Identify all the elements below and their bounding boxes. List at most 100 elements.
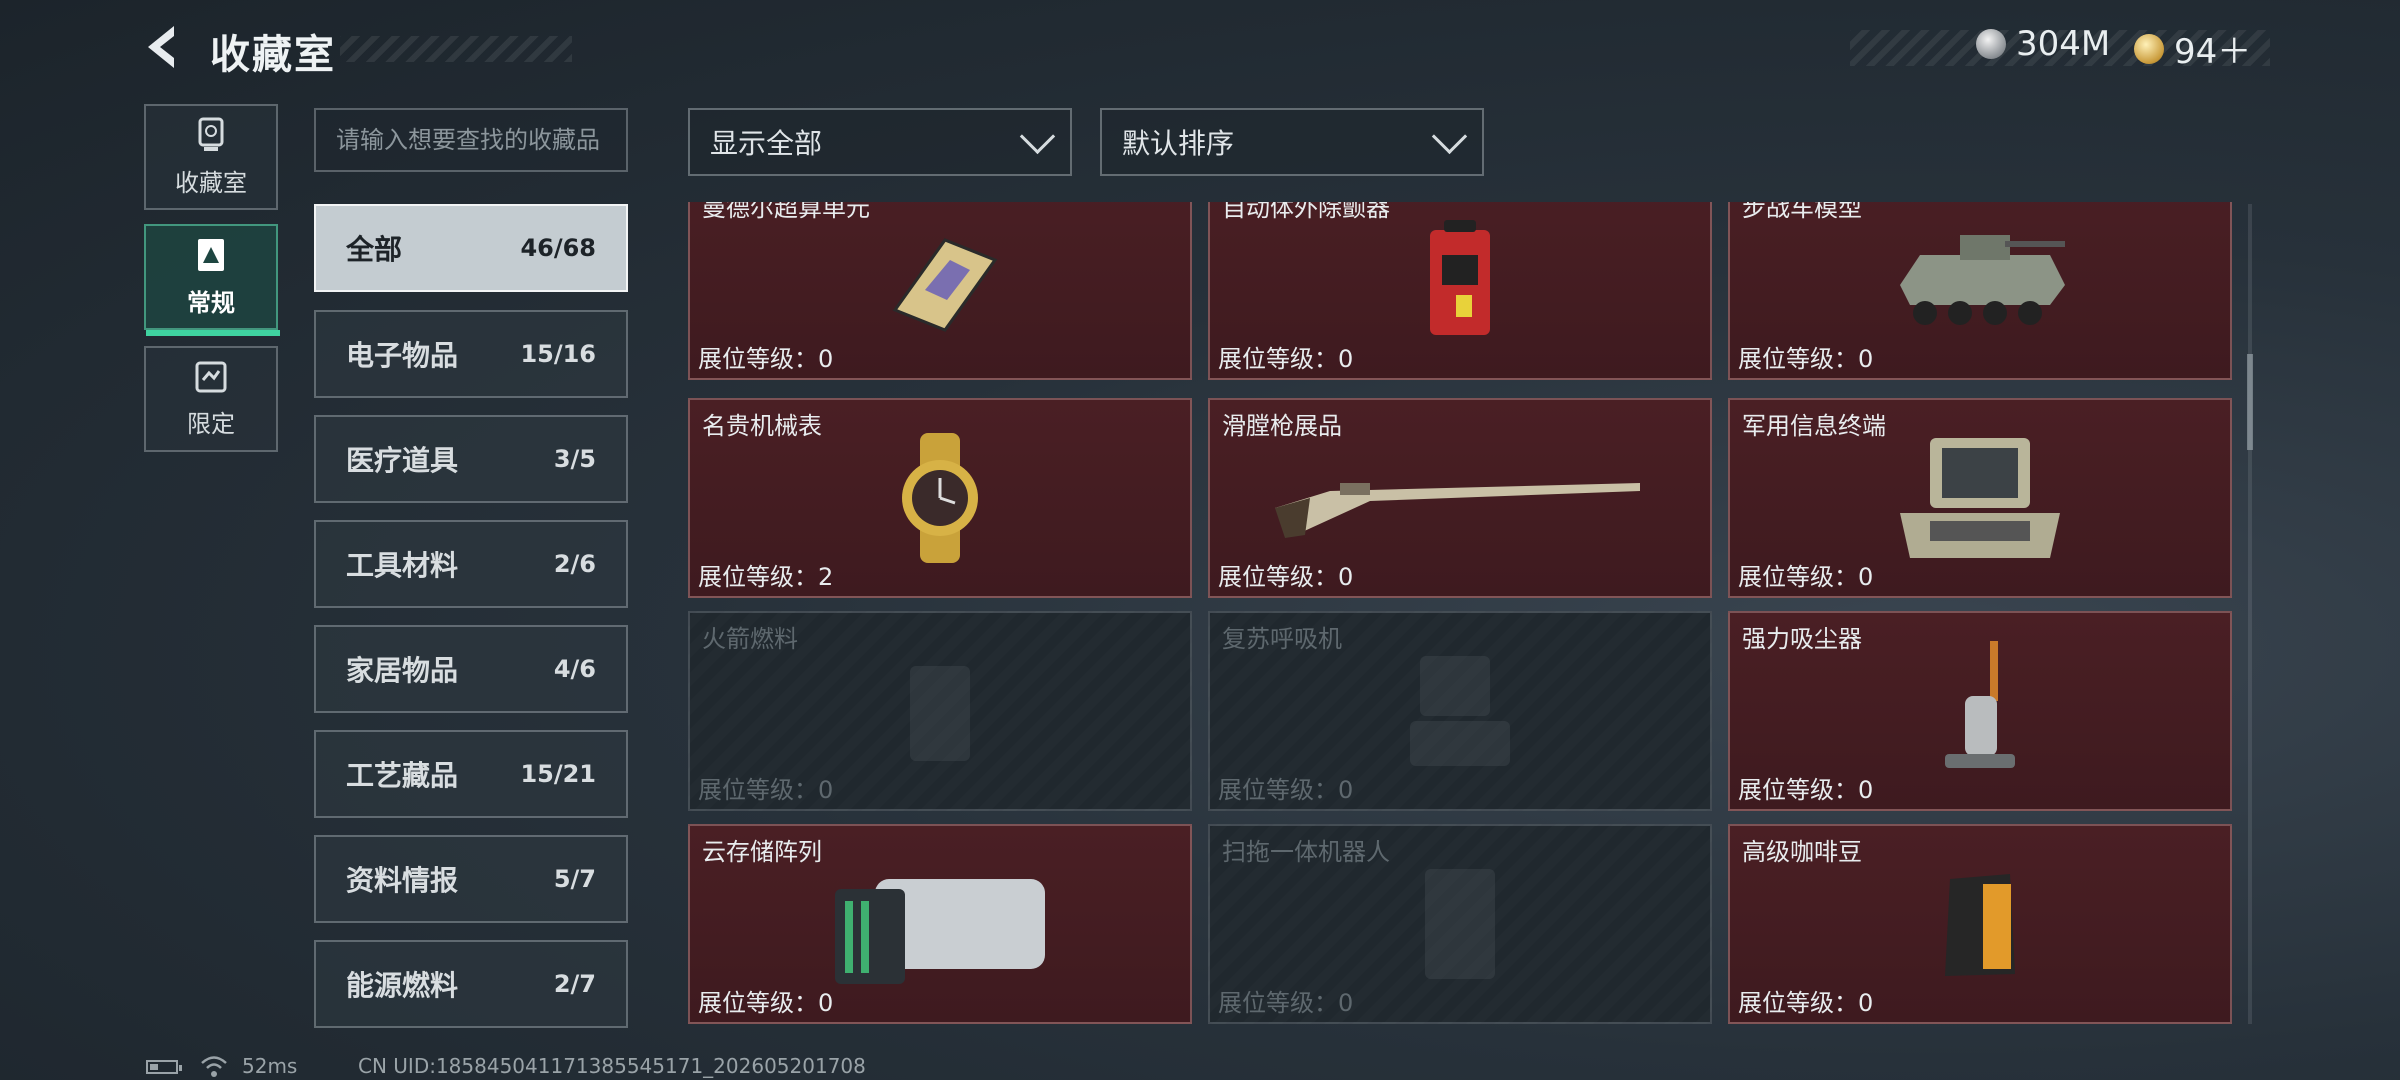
musket-icon [1275,483,1640,538]
nav-regular[interactable]: 常规 [144,224,280,336]
item-level: 展位等级：0 [1218,345,1354,373]
category-energy[interactable]: 能源燃料 2/7 [314,940,628,1028]
search-box[interactable] [314,108,628,172]
category-all[interactable]: 全部 46/68 [314,204,628,292]
item-card[interactable]: 军用信息终端 展位等级：0 [1728,398,2232,598]
item-card[interactable]: 曼德尔超算单元 展位等级：0 [688,202,1192,380]
item-card[interactable]: 步战车模型 展位等级：0 [1728,202,2232,380]
item-level: 展位等级：0 [1738,563,1874,591]
category-tools[interactable]: 工具材料 2/6 [314,520,628,608]
category-name: 电子物品 [346,339,459,372]
title-decoration [340,36,572,62]
item-name: 火箭燃料 [702,625,798,653]
page-title: 收藏室 [210,32,336,78]
item-name: 云存储阵列 [702,838,822,866]
category-count: 2/7 [553,970,596,998]
display-filter-dropdown[interactable]: 显示全部 [688,108,1072,176]
category-intel[interactable]: 资料情报 5/7 [314,835,628,923]
gold-currency[interactable]: 94＋ [2134,24,2251,73]
item-name: 名贵机械表 [702,412,822,440]
item-name: 滑膛枪展品 [1222,412,1342,440]
item-card[interactable]: 云存储阵列 展位等级：0 [688,824,1192,1024]
defibrillator-icon [1430,220,1490,335]
item-name: 复苏呼吸机 [1222,625,1342,653]
chevron-down-icon [1019,118,1056,154]
active-indicator [146,330,280,336]
ventilator-icon [1410,656,1510,766]
item-card-locked[interactable]: 扫拖一体机器人 展位等级：0 [1208,824,1712,1024]
item-level: 展位等级：0 [1738,776,1874,804]
item-card-locked[interactable]: 火箭燃料 展位等级：0 [688,611,1192,811]
search-input[interactable] [316,110,626,170]
item-name: 军用信息终端 [1742,412,1886,440]
supercomputer-unit-icon [892,238,998,332]
silver-coin-icon [1976,29,2006,59]
category-name: 能源燃料 [346,969,459,1002]
silver-amount: 304M [2016,24,2111,64]
category-count: 2/6 [553,550,596,578]
category-name: 全部 [346,233,403,266]
nav-collection-room[interactable]: 收藏室 [144,104,278,210]
item-level: 展位等级：0 [698,989,834,1017]
nav-label: 常规 [187,288,235,317]
back-arrow-icon[interactable] [140,22,190,72]
cloud-storage-array-icon [835,879,1045,984]
rocket-fuel-icon [910,666,970,761]
wristwatch-icon [902,433,978,563]
item-card[interactable]: 高级咖啡豆 展位等级：0 [1728,824,2232,1024]
category-name: 工艺藏品 [346,759,459,792]
category-count: 15/21 [520,760,596,788]
nav-label: 限定 [187,409,235,438]
item-name: 曼德尔超算单元 [702,202,870,222]
scrollbar-track[interactable] [2248,204,2252,1024]
limited-icon [195,361,227,392]
category-name: 资料情报 [346,864,459,897]
category-name: 医疗道具 [346,444,459,477]
item-level: 展位等级：2 [698,563,834,591]
item-level: 展位等级：0 [1218,563,1354,591]
dropdown-value: 显示全部 [710,127,823,160]
item-level: 展位等级：0 [698,776,834,804]
category-electronics[interactable]: 电子物品 15/16 [314,310,628,398]
item-card[interactable]: 滑膛枪展品 展位等级：0 [1208,398,1712,598]
coffee-beans-icon [1945,874,2015,976]
category-household[interactable]: 家居物品 4/6 [314,625,628,713]
item-level: 展位等级：0 [1218,776,1354,804]
ifv-model-icon [1900,235,2065,325]
item-card[interactable]: 自动体外除颤器 展位等级：0 [1208,202,1712,380]
category-count: 15/16 [520,340,596,368]
item-level: 展位等级：0 [1218,989,1354,1017]
item-level: 展位等级：0 [698,345,834,373]
ping-text: 52ms [242,1054,298,1078]
category-name: 家居物品 [346,654,459,687]
item-name: 步战车模型 [1742,202,1862,222]
category-count: 5/7 [553,865,596,893]
item-name: 强力吸尘器 [1742,625,1862,653]
item-name: 扫拖一体机器人 [1222,838,1390,866]
robot-mop-icon [1425,869,1495,979]
item-name: 自动体外除颤器 [1222,202,1390,222]
category-medical[interactable]: 医疗道具 3/5 [314,415,628,503]
vacuum-cleaner-icon [1945,641,2015,768]
chevron-down-icon [1431,118,1468,154]
item-card[interactable]: 名贵机械表 展位等级：2 [688,398,1192,598]
category-count: 46/68 [520,234,596,262]
category-name: 工具材料 [346,549,459,582]
collection-icon [198,238,224,271]
scrollbar-thumb[interactable] [2247,354,2253,450]
item-name: 高级咖啡豆 [1742,838,1862,866]
trophy-icon [198,117,224,151]
item-level: 展位等级：0 [1738,989,1874,1017]
category-crafts[interactable]: 工艺藏品 15/21 [314,730,628,818]
category-count: 4/6 [553,655,596,683]
gold-coin-icon [2134,33,2164,64]
sort-dropdown[interactable]: 默认排序 [1100,108,1484,176]
silver-currency: 304M [1976,24,2110,64]
wifi-icon [201,1056,227,1077]
item-card-locked[interactable]: 复苏呼吸机 展位等级：0 [1208,611,1712,811]
nav-limited[interactable]: 限定 [144,346,278,452]
item-grid: 曼德尔超算单元 展位等级：0 自动体外除颤器 展位等级：0 步战车模型 展位等级… [688,202,2232,1024]
item-card[interactable]: 强力吸尘器 展位等级：0 [1728,611,2232,811]
item-level: 展位等级：0 [1738,345,1874,373]
category-count: 3/5 [553,445,596,473]
